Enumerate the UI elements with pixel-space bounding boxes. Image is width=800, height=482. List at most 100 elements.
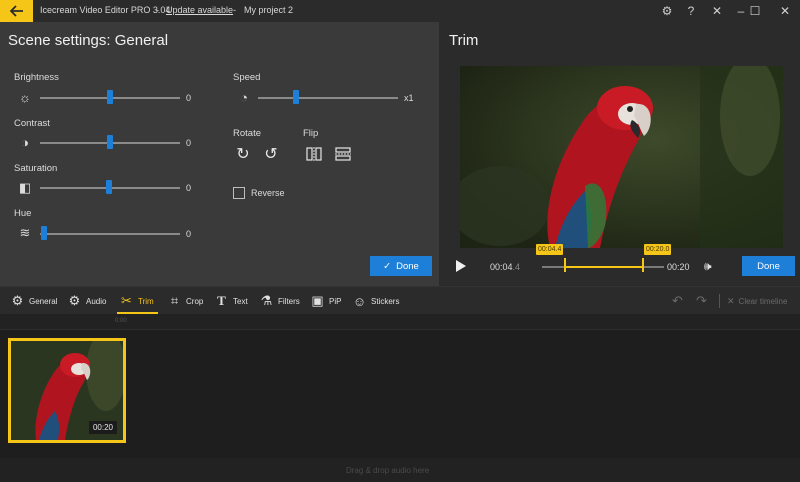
ruler-mark: 0:00 (115, 318, 127, 324)
reverse-checkbox[interactable] (233, 187, 245, 199)
trim-start-handle[interactable] (564, 258, 566, 272)
redo-button[interactable]: ↷ (694, 293, 709, 309)
hue-label: Hue (14, 208, 32, 219)
pip-icon: ▣ (311, 293, 324, 308)
scissors-icon: ✂ (121, 293, 132, 308)
speed-slider-thumb[interactable] (293, 90, 299, 104)
hue-slider-thumb[interactable] (41, 226, 47, 240)
trim-panel: Trim 00:04.4 00:04.4 00:20.0 00:20 🕪 Don… (440, 22, 800, 286)
help-icon[interactable]: ? (680, 2, 702, 20)
editor-toolbar: ⚙ General ⚙ Audio ✂ Trim ⌗ Crop T Text ⚗… (0, 286, 800, 314)
trim-title: Trim (449, 32, 479, 49)
speed-slider-track[interactable] (258, 97, 398, 99)
back-button[interactable] (0, 0, 33, 22)
trim-start-tag: 00:04.4 (536, 244, 564, 255)
maximize-icon[interactable]: ☐ (744, 2, 766, 20)
hue-value: 0 (186, 229, 192, 239)
done-label: Done (757, 260, 780, 272)
title-separator: - (233, 5, 236, 15)
redo-icon: ↷ (696, 293, 707, 308)
undo-button[interactable]: ↶ (670, 293, 685, 309)
play-icon (456, 260, 466, 272)
timeline-clip[interactable]: 00:20 (8, 338, 126, 443)
toolbar-divider (719, 294, 720, 308)
volume-icon[interactable]: 🕪 (704, 259, 720, 273)
tool-label: Stickers (371, 296, 400, 306)
clip-duration: 00:20 (88, 421, 117, 434)
speed-gauge-icon: ◔ (240, 89, 248, 105)
tool-label: Filters (278, 296, 300, 306)
audio-gear-icon: ⚙ (68, 293, 81, 308)
trim-done-button[interactable]: Done (742, 256, 795, 276)
tool-label: Audio (86, 296, 107, 306)
brightness-slider-thumb[interactable] (107, 90, 113, 104)
window-close-icon[interactable]: ✕ (774, 2, 796, 20)
tool-audio[interactable]: ⚙ Audio (67, 293, 107, 309)
scene-done-button[interactable]: ✓ Done (370, 256, 432, 276)
tool-label: Trim (138, 296, 154, 306)
close-icon[interactable]: ✕ (706, 2, 728, 20)
tool-label: General (29, 296, 58, 306)
back-arrow-icon (9, 5, 23, 17)
scene-settings-panel: Scene settings: General Brightness ☼ 0 C… (0, 22, 439, 286)
clear-timeline-label: Clear timeline (738, 296, 788, 306)
video-preview (460, 66, 783, 248)
trim-end-tag: 00:20.0 (644, 244, 672, 255)
panel-title: Scene settings: General (8, 32, 169, 49)
rotate-counterclockwise-icon[interactable]: ↺ (261, 144, 281, 164)
end-time: 00:20 (667, 262, 690, 272)
tool-label: Crop (186, 296, 204, 306)
reverse-label: Reverse (251, 188, 285, 198)
contrast-icon: ◑ (21, 134, 29, 150)
clear-x-icon: ✕ (727, 295, 735, 306)
tool-filters[interactable]: ⚗ Filters (259, 293, 300, 309)
rotate-clockwise-icon[interactable]: ↻ (233, 144, 253, 164)
trim-selected-range (565, 266, 643, 268)
done-label: Done (396, 260, 419, 272)
clear-timeline-button[interactable]: ✕ Clear timeline (727, 293, 787, 309)
trim-end-handle[interactable] (642, 258, 644, 272)
audio-drop-zone[interactable]: Drag & drop audio here (0, 458, 800, 482)
tool-general[interactable]: ⚙ General (10, 293, 58, 309)
flip-vertical-icon[interactable] (333, 144, 353, 164)
filters-icon: ⚗ (260, 293, 273, 308)
settings-gear-icon[interactable]: ⚙ (656, 2, 678, 20)
saturation-value: 0 (186, 183, 192, 193)
brightness-label: Brightness (14, 72, 59, 83)
checkmark-icon: ✓ (383, 260, 392, 272)
brightness-icon: ☼ (19, 89, 31, 105)
rotate-label: Rotate (233, 128, 261, 139)
contrast-label: Contrast (14, 118, 50, 129)
saturation-label: Saturation (14, 163, 58, 174)
saturation-slider-thumb[interactable] (106, 180, 112, 194)
flip-horizontal-icon[interactable] (304, 144, 324, 164)
tool-trim[interactable]: ✂ Trim (119, 293, 154, 309)
tool-crop[interactable]: ⌗ Crop (167, 293, 204, 309)
crop-icon: ⌗ (170, 293, 179, 308)
title-bar: Icecream Video Editor PRO 3.04 - Update … (0, 0, 800, 22)
contrast-slider-thumb[interactable] (107, 135, 113, 149)
text-icon: T (217, 293, 226, 308)
update-available-link[interactable]: Update available (166, 5, 233, 15)
undo-icon: ↶ (672, 293, 683, 308)
saturation-icon: ◧ (18, 180, 32, 195)
speed-value: x1 (404, 93, 414, 103)
tool-pip[interactable]: ▣ PiP (310, 293, 341, 309)
timeline-ruler: 0:00 (0, 314, 800, 330)
hue-slider-track[interactable] (40, 233, 180, 235)
flip-label: Flip (303, 128, 319, 139)
contrast-value: 0 (186, 138, 192, 148)
play-button[interactable] (454, 259, 468, 273)
speed-label: Speed (233, 72, 261, 83)
tool-stickers[interactable]: ☺ Stickers (352, 293, 400, 309)
gear-icon: ⚙ (11, 293, 24, 308)
project-name: My project 2 (244, 5, 294, 15)
stickers-icon: ☺ (352, 293, 367, 309)
tool-label: Text (233, 296, 248, 306)
app-title: Icecream Video Editor PRO 3.04 (40, 5, 171, 15)
brightness-value: 0 (186, 93, 192, 103)
timeline-area: 0:00 00:20 Drag & drop audio here (0, 314, 800, 482)
tool-text[interactable]: T Text (214, 293, 248, 309)
title-separator: - (156, 5, 159, 15)
hue-icon: ≋ (19, 225, 31, 240)
